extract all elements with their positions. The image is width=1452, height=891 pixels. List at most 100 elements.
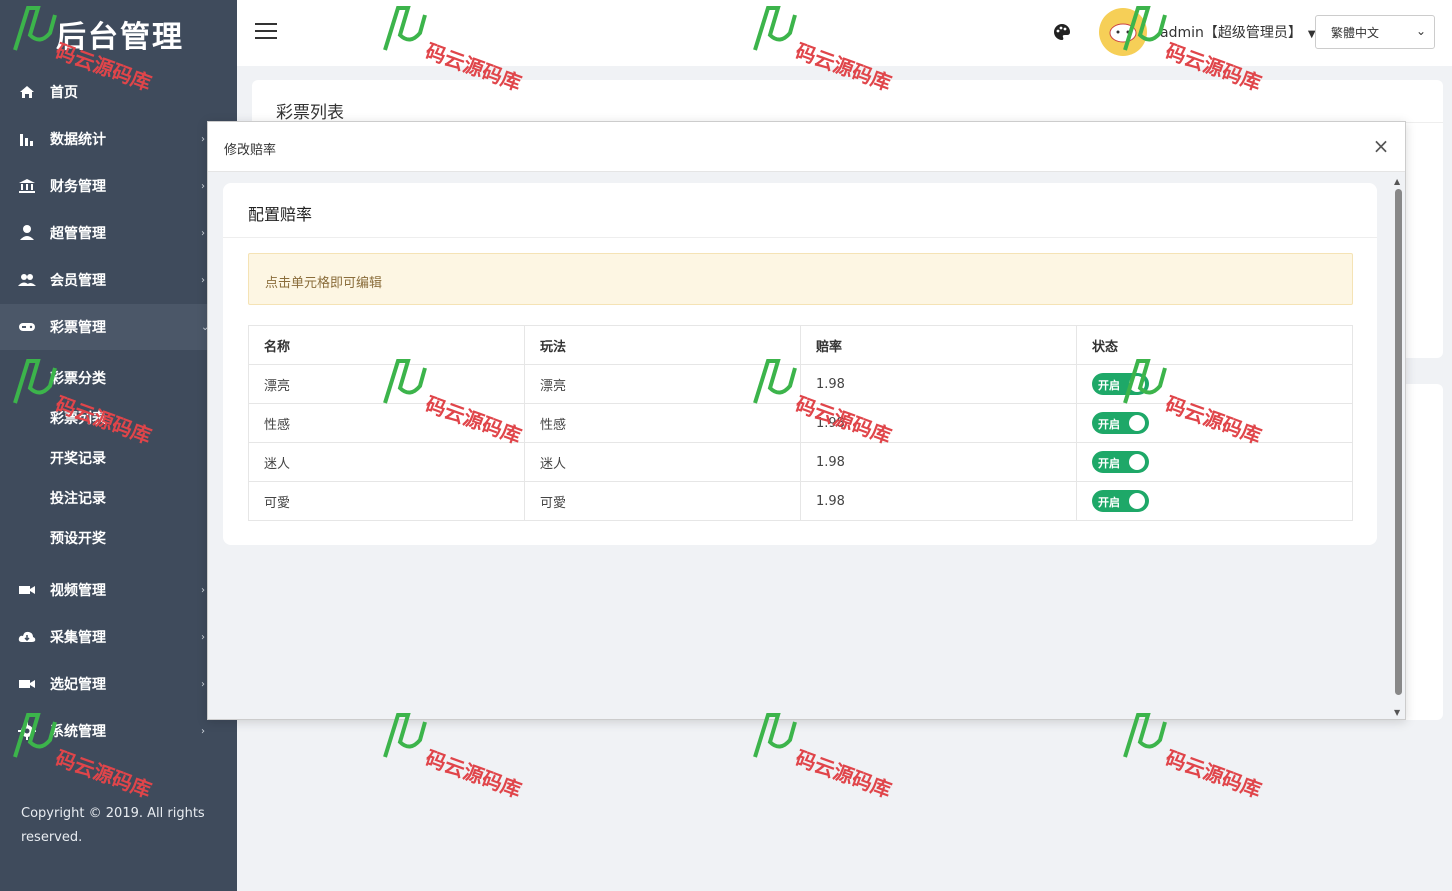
odds-config-card: 配置赔率 点击单元格即可编辑 名称 玩法 赔率 状态 漂亮 漂亮 1.98 开启 [223, 183, 1377, 545]
name-cell[interactable]: 可愛 [248, 481, 525, 521]
status-cell: 开启 [1076, 364, 1353, 404]
brand-title: 后台管理 [56, 20, 184, 55]
user-icon [18, 224, 36, 242]
chevron-right-icon: › [201, 227, 205, 239]
user-name: admin【超级管理员】 [1160, 25, 1302, 41]
cloud-download-icon [18, 628, 36, 646]
chevron-right-icon: › [201, 678, 205, 690]
status-toggle[interactable]: 开启 [1092, 412, 1149, 434]
column-header: 状态 [1076, 325, 1353, 365]
sidebar-item-video[interactable]: 视频管理 › [0, 567, 237, 613]
name-cell[interactable]: 迷人 [248, 442, 525, 482]
scroll-up-icon[interactable]: ▲ [1394, 177, 1400, 186]
language-select[interactable]: 繁體中文 ⌄ [1315, 15, 1435, 49]
alert-text: 点击单元格即可编辑 [265, 276, 383, 291]
card-title: 配置赔率 [248, 205, 313, 224]
sidebar-item-label: 选妃管理 [50, 677, 106, 693]
sidebar-subitem-lottery-list[interactable]: 彩票列表 [0, 398, 237, 438]
chevron-right-icon: › [201, 631, 205, 643]
menu-toggle-icon[interactable] [255, 23, 277, 41]
modal-scrollbar[interactable]: ▲ ▼ [1393, 177, 1405, 717]
edit-odds-modal: 修改赔率 × 配置赔率 点击单元格即可编辑 名称 玩法 赔率 状态 漂亮 漂亮 [207, 121, 1406, 720]
sidebar-item-admin[interactable]: 超管管理 › [0, 210, 237, 256]
column-header: 名称 [248, 325, 525, 365]
sidebar-item-home[interactable]: 首页 [0, 69, 237, 115]
column-header: 玩法 [524, 325, 801, 365]
sidebar-item-label: 会员管理 [50, 273, 106, 289]
status-toggle[interactable]: 开启 [1092, 373, 1149, 395]
chevron-right-icon: › [201, 180, 205, 192]
chevron-right-icon: › [201, 274, 205, 286]
close-icon[interactable]: × [1371, 136, 1391, 156]
name-cell[interactable]: 性感 [248, 403, 525, 443]
video-icon [18, 675, 36, 693]
odds-table: 名称 玩法 赔率 状态 漂亮 漂亮 1.98 开启 性感 性感 1.98 开启 [248, 325, 1353, 521]
sidebar-subitem-preset-draw[interactable]: 预设开奖 [0, 518, 237, 558]
edit-hint-alert: 点击单元格即可编辑 [248, 253, 1353, 305]
sidebar-item-label: 财务管理 [50, 179, 106, 195]
card-title: 彩票列表 [276, 103, 344, 123]
sidebar-item-label: 系统管理 [50, 724, 106, 740]
odds-cell[interactable]: 1.98 [800, 403, 1077, 443]
language-value: 繁體中文 [1331, 25, 1380, 40]
watermark: 码云源码库 [380, 712, 550, 803]
modal-title: 修改赔率 [224, 143, 277, 158]
bank-icon [18, 177, 36, 195]
chevron-right-icon: › [201, 584, 205, 596]
play-cell[interactable]: 迷人 [524, 442, 801, 482]
odds-cell[interactable]: 1.98 [800, 442, 1077, 482]
home-icon [18, 83, 36, 101]
chevron-down-icon: ⌄ [1415, 24, 1426, 38]
sidebar-subitem-draw-records[interactable]: 开奖记录 [0, 438, 237, 478]
sidebar-subitem-bet-records[interactable]: 投注记录 [0, 478, 237, 518]
sidebar-item-label: 超管管理 [50, 226, 106, 242]
chevron-right-icon: › [201, 725, 205, 737]
watermark: 码云源码库 [1120, 712, 1290, 803]
sidebar-item-lottery[interactable]: 彩票管理 ⌄ [0, 304, 237, 350]
users-icon [18, 271, 36, 289]
table-row: 漂亮 漂亮 1.98 开启 [248, 364, 1353, 404]
table-row: 可愛 可愛 1.98 开启 [248, 481, 1353, 521]
sidebar: 后台管理 首页 数据统计 › 财务管理 › 超管管理 › 会员管理 › 彩票管理… [0, 0, 237, 891]
video-icon [18, 581, 36, 599]
name-cell[interactable]: 漂亮 [248, 364, 525, 404]
copyright: Copyright © 2019. All rights reserved. [21, 806, 205, 845]
play-cell[interactable]: 性感 [524, 403, 801, 443]
watermark: 码云源码库 [750, 712, 920, 803]
scroll-thumb[interactable] [1395, 189, 1402, 695]
sidebar-item-label: 首页 [50, 85, 78, 101]
sidebar-item-label: 采集管理 [50, 630, 106, 646]
sidebar-item-label: 数据统计 [50, 132, 106, 148]
sidebar-item-label: 视频管理 [50, 583, 106, 599]
scroll-down-icon[interactable]: ▼ [1394, 708, 1400, 717]
user-menu[interactable]: admin【超级管理员】 ▼ [1160, 22, 1316, 42]
sidebar-item-stats[interactable]: 数据统计 › [0, 116, 237, 162]
odds-cell[interactable]: 1.98 [800, 364, 1077, 404]
sidebar-item-system[interactable]: 系统管理 › [0, 708, 237, 754]
bar-chart-icon [18, 130, 36, 148]
table-row: 迷人 迷人 1.98 开启 [248, 442, 1353, 482]
status-cell: 开启 [1076, 481, 1353, 521]
status-toggle[interactable]: 开启 [1092, 451, 1149, 473]
gamepad-icon [18, 318, 36, 336]
table-row: 性感 性感 1.98 开启 [248, 403, 1353, 443]
sidebar-item-consort[interactable]: 选妃管理 › [0, 661, 237, 707]
status-cell: 开启 [1076, 442, 1353, 482]
top-header: admin【超级管理员】 ▼ 繁體中文 ⌄ [237, 0, 1452, 66]
sidebar-subitem-lottery-category[interactable]: 彩票分类 [0, 358, 237, 398]
sidebar-item-label: 彩票管理 [50, 320, 106, 336]
odds-cell[interactable]: 1.98 [800, 481, 1077, 521]
status-cell: 开启 [1076, 403, 1353, 443]
play-cell[interactable]: 漂亮 [524, 364, 801, 404]
play-cell[interactable]: 可愛 [524, 481, 801, 521]
gear-icon [18, 722, 36, 740]
column-header: 赔率 [800, 325, 1077, 365]
modal-header: 修改赔率 × [208, 122, 1405, 172]
status-toggle[interactable]: 开启 [1092, 490, 1149, 512]
avatar[interactable] [1099, 8, 1147, 56]
sidebar-item-members[interactable]: 会员管理 › [0, 257, 237, 303]
sidebar-item-collect[interactable]: 采集管理 › [0, 614, 237, 660]
chevron-right-icon: › [201, 133, 205, 145]
palette-icon[interactable] [1052, 22, 1072, 42]
sidebar-item-finance[interactable]: 财务管理 › [0, 163, 237, 209]
